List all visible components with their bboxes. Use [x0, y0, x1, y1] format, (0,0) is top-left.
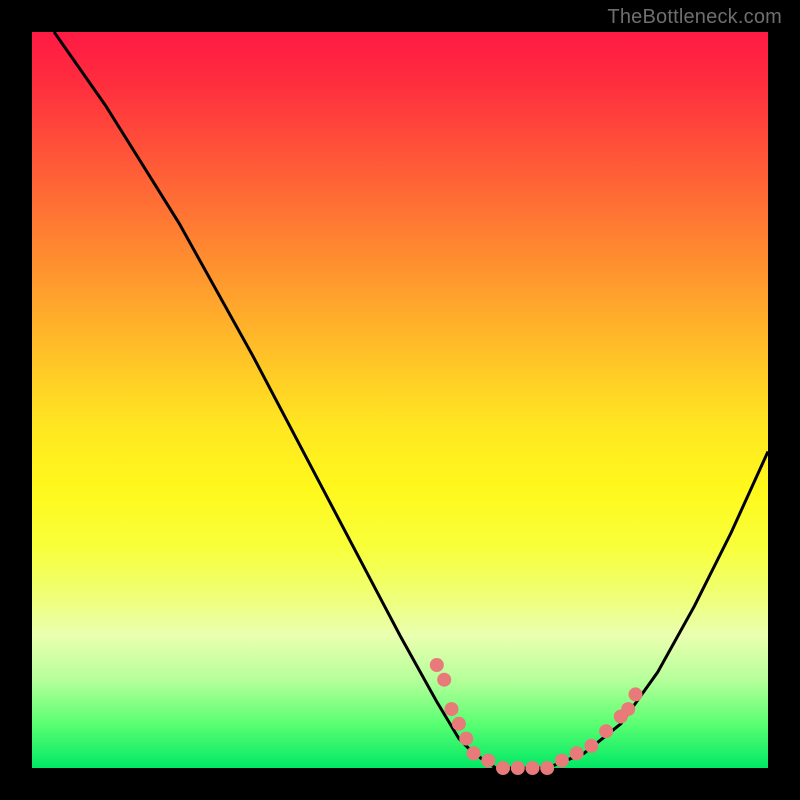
- data-markers: [430, 658, 643, 775]
- chart-container: TheBottleneck.com: [0, 0, 800, 800]
- data-marker: [621, 702, 635, 716]
- data-marker: [437, 673, 451, 687]
- data-marker: [511, 761, 525, 775]
- chart-svg: [32, 32, 768, 768]
- data-marker: [526, 761, 540, 775]
- data-marker: [430, 658, 444, 672]
- data-marker: [445, 702, 459, 716]
- data-marker: [452, 717, 466, 731]
- data-marker: [467, 746, 481, 760]
- data-marker: [629, 687, 643, 701]
- data-marker: [540, 761, 554, 775]
- data-marker: [459, 732, 473, 746]
- data-marker: [599, 724, 613, 738]
- watermark-text: TheBottleneck.com: [607, 6, 782, 29]
- data-marker: [570, 746, 584, 760]
- data-marker: [555, 754, 569, 768]
- bottleneck-curve: [54, 32, 768, 768]
- data-marker: [496, 761, 510, 775]
- data-marker: [481, 754, 495, 768]
- data-marker: [584, 739, 598, 753]
